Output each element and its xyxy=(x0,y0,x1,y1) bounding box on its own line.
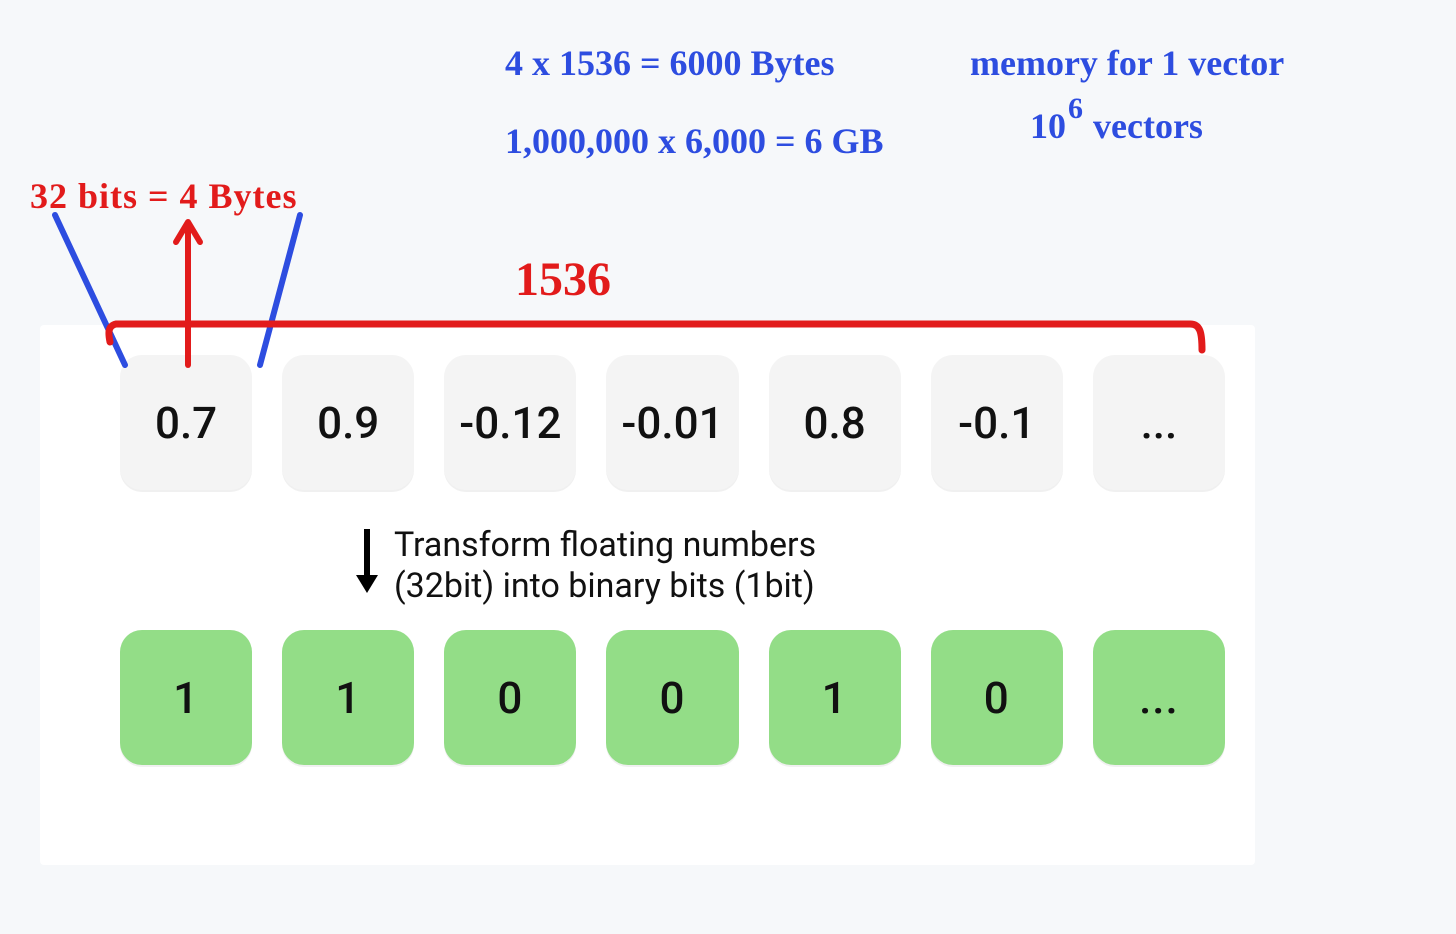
arrow-down-icon xyxy=(350,525,384,595)
calc-total-memory: 1,000,000 x 6,000 = 6 GB xyxy=(505,120,884,162)
float-cell: 0.7 xyxy=(120,355,252,490)
float-cell: -0.1 xyxy=(931,355,1063,490)
transform-caption-line2: (32bit) into binary bits (1bit) xyxy=(394,566,815,606)
transform-step: Transform floating numbers (32bit) into … xyxy=(350,525,816,607)
bit-cell: 0 xyxy=(931,630,1063,765)
label-vector-count: 106vectors xyxy=(1030,105,1203,147)
bit-cell: 0 xyxy=(444,630,576,765)
float-cell: -0.12 xyxy=(444,355,576,490)
label-32bits: 32 bits = 4 Bytes xyxy=(30,175,298,217)
calc-bytes-per-vector: 4 x 1536 = 6000 Bytes xyxy=(505,42,835,84)
bit-cell-ellipsis: ... xyxy=(1093,630,1225,765)
vectors-tail: vectors xyxy=(1093,106,1203,146)
float-cell-ellipsis: ... xyxy=(1093,355,1225,490)
float-vector-row: 0.7 0.9 -0.12 -0.01 0.8 -0.1 ... xyxy=(120,355,1225,490)
quantization-panel: 0.7 0.9 -0.12 -0.01 0.8 -0.1 ... Transfo… xyxy=(40,325,1255,865)
bit-cell: 1 xyxy=(282,630,414,765)
label-memory-one-vector: memory for 1 vector xyxy=(970,42,1284,84)
float-cell: 0.8 xyxy=(769,355,901,490)
transform-caption: Transform floating numbers (32bit) into … xyxy=(394,525,816,607)
bit-cell: 1 xyxy=(120,630,252,765)
label-dimension-1536: 1536 xyxy=(515,252,611,307)
transform-caption-line1: Transform floating numbers xyxy=(394,525,816,565)
binary-vector-row: 1 1 0 0 1 0 ... xyxy=(120,630,1225,765)
vectors-base: 10 xyxy=(1030,106,1066,146)
diagram-stage: 4 x 1536 = 6000 Bytes 1,000,000 x 6,000 … xyxy=(0,0,1456,934)
bit-cell: 1 xyxy=(769,630,901,765)
vectors-exp: 6 xyxy=(1068,92,1083,125)
bit-cell: 0 xyxy=(606,630,738,765)
float-cell: 0.9 xyxy=(282,355,414,490)
float-cell: -0.01 xyxy=(606,355,738,490)
